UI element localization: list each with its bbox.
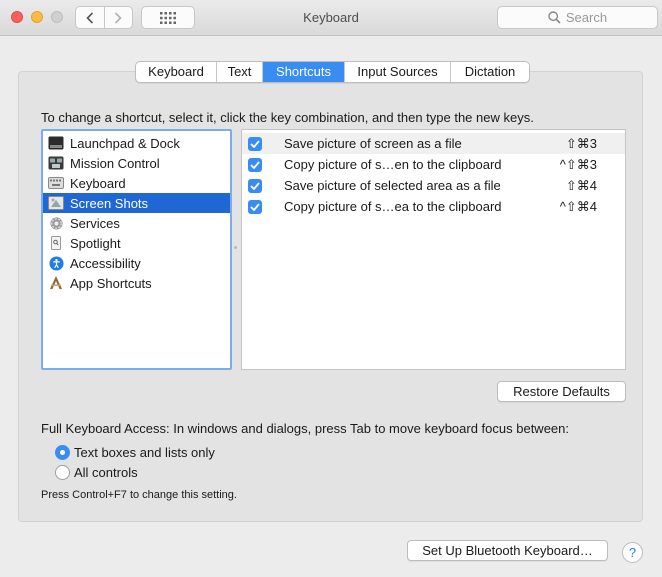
shortcut-keys[interactable]: ^⇧⌘4 (560, 199, 597, 215)
control-f7-hint: Press Control+F7 to change this setting. (41, 489, 237, 501)
shortcut-description: Save picture of screen as a file (284, 136, 462, 151)
screenshot-icon (48, 195, 64, 211)
checkmark-icon (250, 139, 260, 148)
category-launchpad-dock[interactable]: Launchpad & Dock (43, 133, 230, 153)
radio-label: All controls (74, 464, 138, 480)
category-mission-control[interactable]: Mission Control (43, 153, 230, 173)
tab-input-sources[interactable]: Input Sources (344, 62, 450, 82)
shortcut-checkbox[interactable] (248, 178, 262, 193)
shortcut-keys[interactable]: ⇧⌘4 (566, 178, 597, 194)
checkmark-icon (250, 202, 260, 211)
shortcut-category-list[interactable]: Launchpad & Dock Mission Control Keyboar… (41, 129, 232, 370)
radio-label: Text boxes and lists only (74, 444, 215, 460)
gear-icon (48, 215, 64, 231)
full-keyboard-access-label: Full Keyboard Access: In windows and dia… (41, 421, 569, 436)
shortcut-row[interactable]: Save picture of selected area as a file … (242, 175, 625, 196)
category-label: Mission Control (70, 155, 160, 171)
radio-selected-indicator[interactable] (55, 444, 70, 460)
set-up-bluetooth-keyboard-button[interactable]: Set Up Bluetooth Keyboard… (407, 540, 608, 561)
shortcut-table: Save picture of screen as a file ⇧⌘3 Cop… (241, 129, 626, 370)
shortcut-checkbox[interactable] (248, 199, 262, 214)
search-icon (548, 11, 561, 24)
spotlight-icon (48, 235, 64, 251)
shortcut-description: Copy picture of s…en to the clipboard (284, 157, 502, 172)
category-label: Launchpad & Dock (70, 135, 180, 151)
help-button[interactable]: ? (622, 542, 643, 563)
category-app-shortcuts[interactable]: App Shortcuts (43, 273, 230, 293)
restore-defaults-button[interactable]: Restore Defaults (497, 381, 626, 402)
split-view-handle[interactable] (234, 246, 238, 252)
category-accessibility[interactable]: Accessibility (43, 253, 230, 273)
radio-all-controls[interactable]: All controls (55, 463, 138, 481)
category-label: App Shortcuts (70, 275, 152, 291)
title-bar: Keyboard Search (0, 0, 662, 36)
accessibility-icon (48, 255, 64, 271)
shortcut-row[interactable]: Copy picture of s…en to the clipboard ^⇧… (242, 154, 625, 175)
category-services[interactable]: Services (43, 213, 230, 233)
category-label: Spotlight (70, 235, 121, 251)
launchpad-dock-icon (48, 135, 64, 151)
category-label: Accessibility (70, 255, 141, 271)
shortcut-checkbox[interactable] (248, 157, 262, 172)
checkmark-icon (250, 160, 260, 169)
shortcut-keys[interactable]: ⇧⌘3 (566, 136, 597, 152)
search-placeholder: Search (565, 10, 608, 25)
shortcut-checkbox[interactable] (248, 136, 262, 151)
shortcut-row[interactable]: Copy picture of s…ea to the clipboard ^⇧… (242, 196, 625, 217)
shortcut-description: Save picture of selected area as a file (284, 178, 501, 193)
category-label: Keyboard (70, 175, 126, 191)
checkmark-icon (250, 181, 260, 190)
radio-text-boxes-lists[interactable]: Text boxes and lists only (55, 443, 215, 461)
category-keyboard[interactable]: Keyboard (43, 173, 230, 193)
instruction-text: To change a shortcut, select it, click t… (41, 110, 534, 125)
app-shortcuts-icon (48, 275, 64, 291)
shortcut-description: Copy picture of s…ea to the clipboard (284, 199, 502, 214)
tab-keyboard[interactable]: Keyboard (136, 62, 216, 82)
category-spotlight[interactable]: Spotlight (43, 233, 230, 253)
category-label: Services (70, 215, 120, 231)
tab-dictation[interactable]: Dictation (450, 62, 529, 82)
tab-shortcuts[interactable]: Shortcuts (262, 62, 344, 82)
radio-unselected-indicator[interactable] (55, 464, 70, 480)
shortcut-keys[interactable]: ^⇧⌘3 (560, 157, 597, 173)
shortcut-row[interactable]: Save picture of screen as a file ⇧⌘3 (242, 133, 625, 154)
tab-bar: Keyboard Text Shortcuts Input Sources Di… (135, 61, 530, 83)
mission-control-icon (48, 155, 64, 171)
keyboard-icon (48, 175, 64, 191)
tab-text[interactable]: Text (216, 62, 262, 82)
category-label: Screen Shots (70, 195, 149, 211)
search-field[interactable]: Search (497, 6, 658, 29)
category-screen-shots[interactable]: Screen Shots (43, 193, 230, 213)
